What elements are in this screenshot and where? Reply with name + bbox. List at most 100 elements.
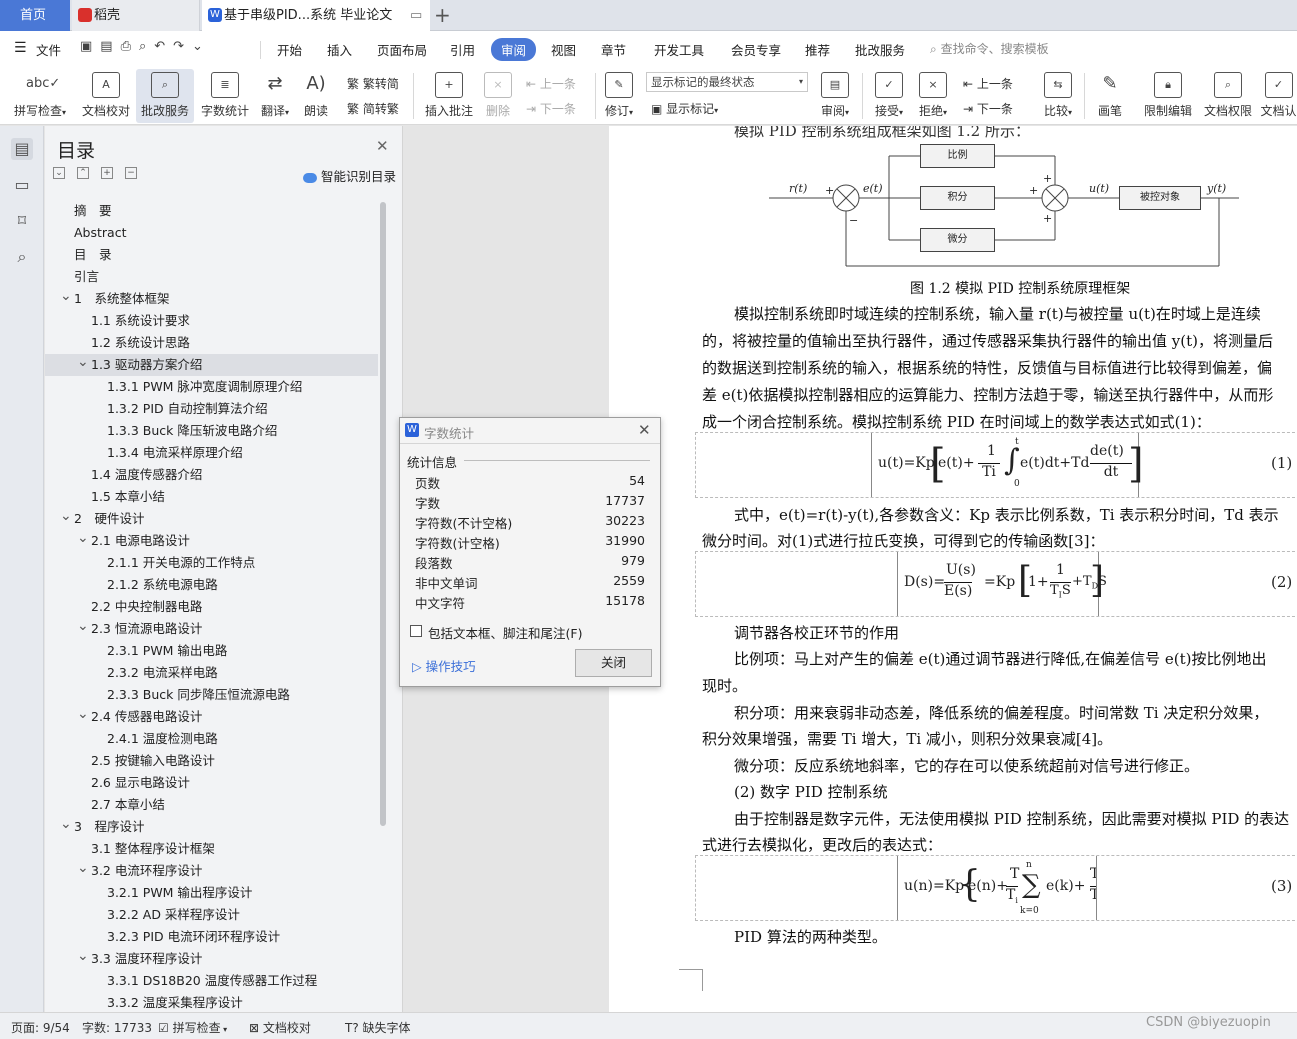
spell-check-status[interactable]: ☑ 拼写检查 ▾ bbox=[158, 1019, 227, 1036]
tips-link[interactable]: ▷ 操作技巧 bbox=[412, 656, 476, 675]
toc-item[interactable]: ⌄ 1 系统整体框架 bbox=[45, 288, 378, 310]
toc-item[interactable]: ⌄ 2 硬件设计 bbox=[45, 508, 378, 530]
quick-access-icons[interactable]: ▣▤⎙⌕↶↷⌄ bbox=[80, 39, 211, 54]
page-indicator[interactable]: 页面: 9/54 bbox=[11, 1019, 70, 1036]
menu-member[interactable]: 会员专享 bbox=[731, 40, 781, 59]
toc-item[interactable]: ⌄ 2.3 恒流源电路设计 bbox=[45, 618, 378, 640]
prev-comment-button[interactable]: ⇤ 上一条 bbox=[526, 75, 576, 92]
word-count-indicator[interactable]: 字数: 17733 bbox=[82, 1019, 152, 1036]
chevron-down-icon[interactable]: ⌄ bbox=[60, 813, 72, 835]
reject-button[interactable]: × 拒绝▾ bbox=[914, 69, 952, 123]
toc-item[interactable]: ⌄ 3 程序设计 bbox=[45, 816, 378, 838]
add-heading-icon[interactable]: + bbox=[101, 167, 113, 179]
menu-devtools[interactable]: 开发工具 bbox=[654, 40, 704, 59]
doc-cert-button[interactable]: ✓ 文档认 bbox=[1260, 69, 1297, 123]
menu-file[interactable]: 文件 bbox=[36, 40, 61, 59]
chevron-down-icon[interactable]: ⌄ bbox=[77, 527, 89, 549]
toc-item[interactable]: ⌄ 3.2 电流环程序设计 bbox=[45, 860, 378, 882]
toc-icon[interactable]: ▤ bbox=[11, 138, 33, 160]
toc-scrollbar[interactable] bbox=[380, 202, 386, 826]
markup-state-select[interactable]: 显示标记的最终状态 ▾ bbox=[646, 72, 808, 92]
menu-chapter[interactable]: 章节 bbox=[601, 40, 626, 59]
chevron-down-icon[interactable]: ⌄ bbox=[77, 615, 89, 637]
next-change-button[interactable]: ⇥ 下一条 bbox=[963, 100, 1013, 117]
spell-check-button[interactable]: abc✓ 拼写检查▾ bbox=[10, 69, 70, 123]
chevron-down-icon[interactable]: ⌄ bbox=[77, 857, 89, 879]
collapse-icon[interactable]: ⌄ bbox=[53, 167, 65, 179]
menu-recommend[interactable]: 推荐 bbox=[805, 40, 830, 59]
pen-button[interactable]: ✎ 画笔 bbox=[1092, 69, 1128, 123]
delete-comment-button[interactable]: × 删除 bbox=[480, 69, 516, 123]
toc-item[interactable]: 2.1.1 开关电源的工作特点 bbox=[45, 552, 378, 574]
word-count-button[interactable]: ≣ 字数统计 bbox=[198, 69, 252, 123]
translate-button[interactable]: ⇄ 翻译▾ bbox=[256, 69, 294, 123]
chevron-down-icon[interactable]: ⌄ bbox=[60, 505, 72, 527]
tab-home[interactable]: 首页 bbox=[0, 0, 70, 31]
toc-item[interactable]: 2.7 本章小结 bbox=[45, 794, 378, 816]
review-pane-button[interactable]: ▤ 审阅▾ bbox=[816, 69, 854, 123]
toc-item[interactable]: 1.2 系统设计思路 bbox=[45, 332, 378, 354]
close-icon[interactable]: ✕ bbox=[376, 137, 389, 155]
chevron-down-icon[interactable]: ⌄ bbox=[77, 351, 89, 373]
toc-item[interactable]: 1.5 本章小结 bbox=[45, 486, 378, 508]
toc-item[interactable]: 1.3.4 电流采样原理介绍 bbox=[45, 442, 378, 464]
insert-comment-button[interactable]: + 插入批注 bbox=[420, 69, 478, 123]
ai-toc-button[interactable]: 智能识别目录 bbox=[303, 166, 396, 185]
toc-item[interactable]: 1.3.1 PWM 脉冲宽度调制原理介绍 bbox=[45, 376, 378, 398]
document-page[interactable]: 模拟 PID 控制系统组成框架如图 1.2 所示： 比例 积分 微分 被控对象 … bbox=[609, 126, 1297, 1012]
toc-item[interactable]: 2.6 显示电路设计 bbox=[45, 772, 378, 794]
menu-correction[interactable]: 批改服务 bbox=[855, 40, 905, 59]
new-tab-icon[interactable]: + bbox=[434, 3, 451, 27]
toc-item[interactable]: 3.2.1 PWM 输出程序设计 bbox=[45, 882, 378, 904]
search-command[interactable]: ⌕ 查找命令、搜索模板 bbox=[930, 40, 1049, 57]
toc-item[interactable]: ⌄ 2.4 传感器电路设计 bbox=[45, 706, 378, 728]
toc-item[interactable]: ⌄ 1.3 驱动器方案介绍 bbox=[45, 354, 378, 376]
accept-button[interactable]: ✓ 接受▾ bbox=[870, 69, 908, 123]
track-changes-button[interactable]: ✎ 修订▾ bbox=[600, 69, 638, 123]
toc-item[interactable]: 3.1 整体程序设计框架 bbox=[45, 838, 378, 860]
restrict-edit-button[interactable]: 🔒︎ 限制编辑 bbox=[1140, 69, 1196, 123]
toc-item[interactable]: ⌄ 2.1 电源电路设计 bbox=[45, 530, 378, 552]
pin-icon[interactable]: ▭ bbox=[410, 0, 422, 31]
toc-item[interactable]: 1.3.2 PID 自动控制算法介绍 bbox=[45, 398, 378, 420]
simp-to-trad-button[interactable]: 繁 简转繁 bbox=[347, 100, 399, 117]
chevron-down-icon[interactable]: ⌄ bbox=[60, 285, 72, 307]
toc-item[interactable]: 2.2 中央控制器电路 bbox=[45, 596, 378, 618]
next-comment-button[interactable]: ⇥ 下一条 bbox=[526, 100, 576, 117]
tab-daoke[interactable]: 稻壳 bbox=[72, 0, 200, 31]
doc-proof-button[interactable]: A 文档校对 bbox=[78, 69, 134, 123]
toc-item[interactable]: 2.4.1 温度检测电路 bbox=[45, 728, 378, 750]
close-icon[interactable]: ✕ bbox=[638, 421, 651, 439]
toc-item[interactable]: 1.3.3 Buck 降压斩波电路介绍 bbox=[45, 420, 378, 442]
chapter-nav-icon[interactable]: ▭ bbox=[11, 174, 33, 196]
compare-button[interactable]: ⇆ 比较▾ bbox=[1038, 69, 1078, 123]
correction-service-button[interactable]: ⌕ 批改服务 bbox=[136, 69, 194, 123]
menu-review[interactable]: 审阅 bbox=[491, 38, 537, 61]
toc-item[interactable]: 3.2.2 AD 采样程序设计 bbox=[45, 904, 378, 926]
toc-item[interactable]: Abstract bbox=[45, 222, 378, 244]
trad-to-simp-button[interactable]: 繁 繁转简 bbox=[347, 75, 399, 92]
menu-view[interactable]: 视图 bbox=[551, 40, 576, 59]
search-icon[interactable]: ⌕ bbox=[11, 246, 33, 268]
include-notes-checkbox[interactable] bbox=[410, 625, 422, 637]
menu-insert[interactable]: 插入 bbox=[327, 40, 352, 59]
read-aloud-button[interactable]: A) 朗读 bbox=[298, 69, 334, 123]
toc-item[interactable]: 2.1.2 系统电源电路 bbox=[45, 574, 378, 596]
toc-item[interactable]: 1.4 温度传感器介绍 bbox=[45, 464, 378, 486]
prev-change-button[interactable]: ⇤ 上一条 bbox=[963, 75, 1013, 92]
remove-heading-icon[interactable]: − bbox=[125, 167, 137, 179]
toc-item[interactable]: 3.3.1 DS18B20 温度传感器工作过程 bbox=[45, 970, 378, 992]
toc-item[interactable]: 目 录 bbox=[45, 244, 378, 266]
chevron-down-icon[interactable]: ⌄ bbox=[77, 703, 89, 725]
doc-proof-status[interactable]: ⊠ 文档校对 bbox=[249, 1019, 311, 1036]
missing-font-status[interactable]: T? 缺失字体 bbox=[345, 1019, 411, 1036]
show-markup-button[interactable]: ▣ 显示标记▾ bbox=[651, 100, 718, 117]
toc-item[interactable]: 摘 要 bbox=[45, 200, 378, 222]
tab-document[interactable]: W 基于串级PID...系统 毕业论文 ▭ bbox=[202, 0, 430, 31]
toc-item[interactable]: 2.5 按键输入电路设计 bbox=[45, 750, 378, 772]
bookmark-icon[interactable]: ⌑ bbox=[11, 210, 33, 232]
menu-reference[interactable]: 引用 bbox=[450, 40, 475, 59]
close-button[interactable]: 关闭 bbox=[575, 649, 652, 677]
toc-item[interactable]: 3.2.3 PID 电流环闭环程序设计 bbox=[45, 926, 378, 948]
menu-layout[interactable]: 页面布局 bbox=[377, 40, 427, 59]
